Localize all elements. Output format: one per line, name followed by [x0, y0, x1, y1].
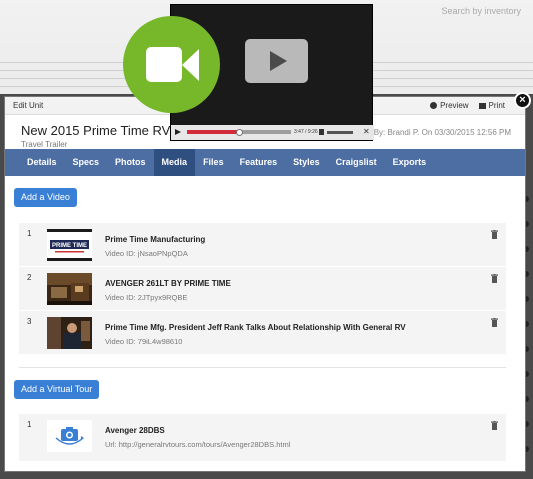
tab-specs[interactable]: Specs: [65, 149, 108, 176]
eye-icon: [430, 102, 438, 109]
video-camera-lens: [182, 49, 199, 81]
video-title: AVENGER 261LT BY PRIME TIME: [105, 279, 231, 288]
video-thumbnail[interactable]: [47, 273, 92, 305]
video-camera-badge: [123, 16, 220, 113]
volume-slider[interactable]: [327, 131, 353, 134]
trash-icon[interactable]: [491, 421, 498, 430]
video-row: 1 PRIME TIME Prime Time Manufacturing Vi…: [19, 223, 506, 266]
printer-icon: [478, 102, 486, 109]
video-title: Prime Time Manufacturing: [105, 235, 206, 244]
background-search-hint: Search by inventory: [441, 6, 521, 16]
time-display: 3:47 / 9:26: [294, 129, 318, 135]
tour-title: Avenger 28DBS: [105, 426, 165, 435]
play-button[interactable]: [245, 39, 308, 83]
play-icon: [270, 51, 287, 71]
trash-icon[interactable]: [491, 274, 498, 283]
print-link[interactable]: Print: [478, 101, 505, 110]
trash-icon[interactable]: [491, 318, 498, 327]
tab-media[interactable]: Media: [153, 149, 196, 176]
tour-row: 1 Avenger 28DBS Url: http://generalrvtou…: [19, 414, 506, 461]
video-id: Video ID: 79iL4w98610: [105, 337, 183, 346]
video-number: 1: [27, 229, 32, 238]
section-divider: [19, 367, 506, 368]
add-virtual-tour-button[interactable]: Add a Virtual Tour: [14, 380, 100, 399]
play-icon[interactable]: [175, 129, 181, 135]
video-number: 3: [27, 317, 32, 326]
modal-header-title: Edit Unit: [13, 101, 44, 110]
thumbnail-logo-text: PRIME TIME: [52, 243, 87, 249]
tour-number: 1: [27, 420, 32, 429]
360-camera-icon[interactable]: [47, 420, 92, 452]
tab-files[interactable]: Files: [195, 149, 232, 176]
video-thumbnail[interactable]: PRIME TIME: [47, 229, 92, 261]
video-list: 1 PRIME TIME Prime Time Manufacturing Vi…: [14, 223, 511, 354]
modal-close-button[interactable]: ×: [514, 92, 531, 109]
modified-info: ified By: Brandi P. On 03/30/2015 12:56 …: [356, 128, 511, 137]
preview-link[interactable]: Preview: [430, 101, 469, 110]
print-label: Print: [488, 101, 505, 110]
video-number: 2: [27, 273, 32, 282]
edit-unit-modal: Edit Unit Preview Print New 2015 Prime T…: [4, 96, 526, 472]
video-camera-icon: [146, 47, 182, 82]
tab-details[interactable]: Details: [19, 149, 65, 176]
progress-fill: [187, 130, 239, 134]
tab-bar: Details Specs Photos Media Files Feature…: [5, 149, 525, 176]
video-id: Video ID: jNsaoPNpQDA: [105, 249, 188, 258]
media-content: Add a Video 1 PRIME TIME Prime Time Manu…: [5, 176, 525, 461]
trash-icon[interactable]: [491, 230, 498, 239]
tour-list: 1 Avenger 28DBS Url: http://generalrvtou…: [14, 414, 511, 461]
unit-subtitle: Travel Trailer: [21, 140, 68, 149]
modal-actions: Preview Print: [430, 101, 505, 110]
player-close-icon[interactable]: ✕: [363, 127, 370, 136]
video-id: Video ID: 2JTpyx9RQBE: [105, 293, 188, 302]
tab-exports[interactable]: Exports: [385, 149, 435, 176]
progress-bar[interactable]: [187, 128, 291, 136]
volume-icon[interactable]: [319, 129, 324, 135]
tab-features[interactable]: Features: [232, 149, 286, 176]
tour-url: Url: http://generalrvtours.com/tours/Ave…: [105, 440, 291, 449]
video-row: 3 Prime Time Mfg. President Jeff Rank Ta…: [19, 311, 506, 354]
tab-craigslist[interactable]: Craigslist: [328, 149, 385, 176]
video-row: 2 AVENGER 261LT BY PRIME TIME Video ID: …: [19, 267, 506, 310]
progress-handle[interactable]: [235, 128, 243, 136]
player-controls: 3:47 / 9:26 ✕: [171, 125, 374, 140]
video-thumbnail[interactable]: [47, 317, 92, 349]
add-video-button[interactable]: Add a Video: [14, 188, 77, 207]
video-title: Prime Time Mfg. President Jeff Rank Talk…: [105, 323, 406, 332]
preview-label: Preview: [440, 101, 469, 110]
tab-styles[interactable]: Styles: [285, 149, 328, 176]
tab-photos[interactable]: Photos: [107, 149, 154, 176]
